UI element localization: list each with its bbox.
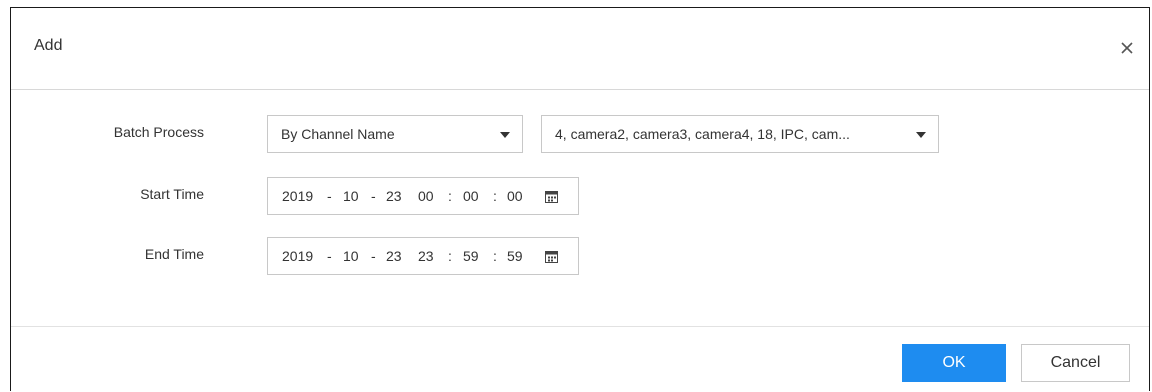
- end-year[interactable]: 2019: [282, 248, 313, 264]
- batch-mode-value: By Channel Name: [281, 126, 395, 142]
- channel-select-value: 4, camera2, camera3, camera4, 18, IPC, c…: [555, 126, 850, 142]
- batch-mode-select[interactable]: By Channel Name: [267, 115, 523, 153]
- start-year[interactable]: 2019: [282, 188, 313, 204]
- start-minute[interactable]: 00: [463, 188, 479, 204]
- start-hour[interactable]: 00: [418, 188, 434, 204]
- channel-select[interactable]: 4, camera2, camera3, camera4, 18, IPC, c…: [541, 115, 939, 153]
- batch-process-label: Batch Process: [113, 124, 204, 140]
- end-time-label: End Time: [144, 246, 204, 262]
- time-separator: :: [448, 188, 452, 204]
- end-month[interactable]: 10: [343, 248, 359, 264]
- date-separator: -: [327, 248, 332, 264]
- dialog-title: Add: [34, 37, 63, 54]
- start-month[interactable]: 10: [343, 188, 359, 204]
- ok-button[interactable]: OK: [902, 344, 1006, 382]
- start-day[interactable]: 23: [386, 188, 402, 204]
- time-separator: :: [493, 188, 497, 204]
- end-minute[interactable]: 59: [463, 248, 479, 264]
- date-separator: -: [371, 248, 376, 264]
- calendar-icon[interactable]: [545, 190, 558, 203]
- chevron-down-icon: [500, 132, 510, 138]
- dialog-header: Add: [11, 8, 1149, 90]
- time-separator: :: [493, 248, 497, 264]
- date-separator: -: [327, 188, 332, 204]
- add-dialog: Add Batch Process By Channel Name 4, cam…: [10, 7, 1150, 391]
- cancel-button[interactable]: Cancel: [1021, 344, 1130, 382]
- chevron-down-icon: [916, 132, 926, 138]
- start-time-input[interactable]: 2019 - 10 - 23 00 : 00 : 00: [267, 177, 579, 215]
- date-separator: -: [371, 188, 376, 204]
- end-day[interactable]: 23: [386, 248, 402, 264]
- calendar-icon[interactable]: [545, 250, 558, 263]
- end-time-row: End Time 2019 - 10 - 23 23 : 59 : 59: [11, 237, 1149, 275]
- end-second[interactable]: 59: [507, 248, 523, 264]
- dialog-footer: OK Cancel: [11, 326, 1149, 392]
- batch-process-row: Batch Process By Channel Name 4, camera2…: [11, 115, 1149, 153]
- start-second[interactable]: 00: [507, 188, 523, 204]
- start-time-label: Start Time: [140, 186, 204, 202]
- end-time-input[interactable]: 2019 - 10 - 23 23 : 59 : 59: [267, 237, 579, 275]
- end-hour[interactable]: 23: [418, 248, 434, 264]
- close-icon[interactable]: [1118, 39, 1136, 57]
- start-time-row: Start Time 2019 - 10 - 23 00 : 00 : 00: [11, 177, 1149, 215]
- time-separator: :: [448, 248, 452, 264]
